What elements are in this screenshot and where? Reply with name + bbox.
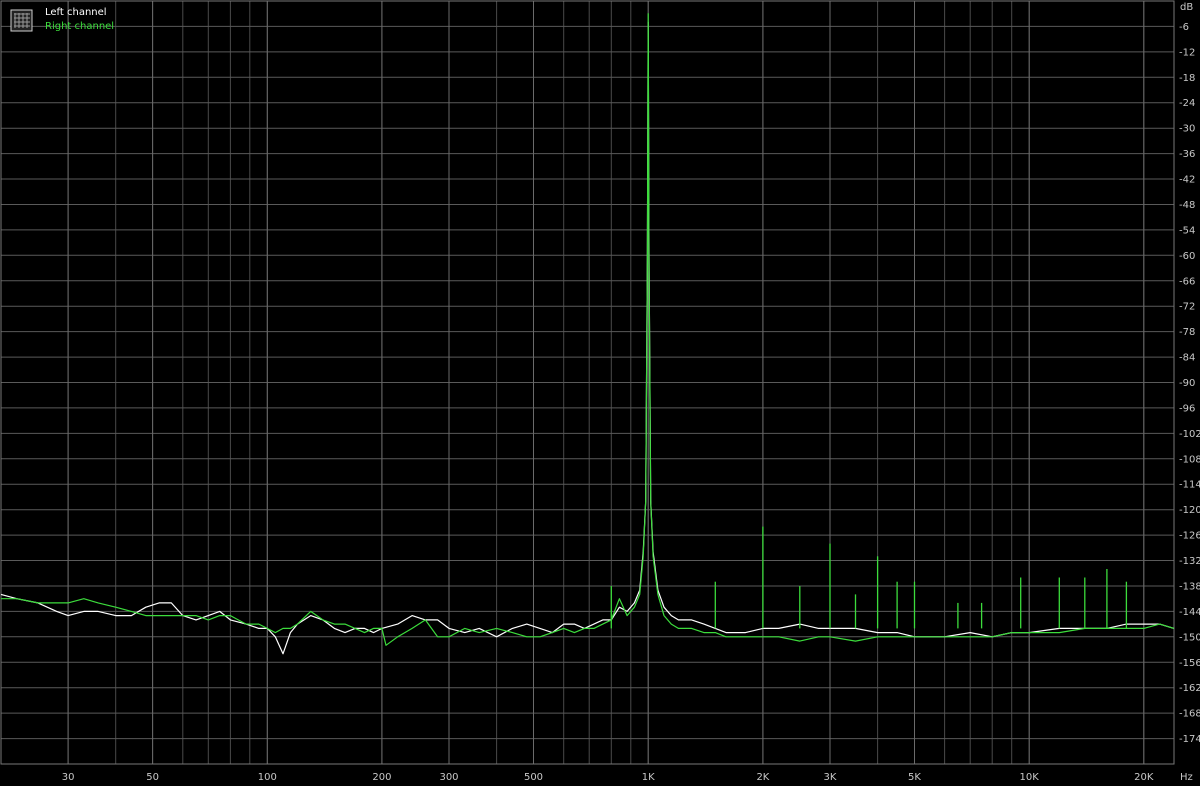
x-tick-label: 300	[439, 772, 458, 783]
y-tick-label: -132	[1179, 556, 1200, 567]
spectrum-chart: -6 -12 -18 -24 -30 -36 -42 -48 -54 -60 -66 -72 -78 -8…	[0, 0, 1200, 786]
y-tick-label: -36	[1179, 149, 1195, 160]
y-tick-label: -114	[1179, 480, 1200, 491]
x-tick-label: 500	[524, 772, 543, 783]
legend-grid-icon[interactable]	[10, 9, 33, 32]
y-tick-label: -18	[1179, 73, 1195, 84]
y-tick-label: -48	[1179, 200, 1195, 211]
y-tick-label: -42	[1179, 175, 1195, 186]
legend-left-channel: Left channel	[45, 7, 107, 18]
y-tick-label: -12	[1179, 47, 1195, 58]
y-tick-label: -84	[1179, 353, 1195, 364]
x-tick-label: 50	[146, 772, 159, 783]
y-tick-label: -24	[1179, 98, 1195, 109]
y-tick-label: -156	[1179, 658, 1200, 669]
x-tick-label: 200	[372, 772, 391, 783]
y-tick-label: -174	[1179, 734, 1200, 745]
y-tick-label: -144	[1179, 607, 1200, 618]
x-tick-label: 1K	[642, 772, 655, 783]
y-tick-label: -90	[1179, 378, 1195, 389]
y-tick-label: -108	[1179, 454, 1200, 465]
plot-background	[0, 0, 1200, 786]
x-tick-label: 20K	[1134, 772, 1154, 783]
x-tick-label: 2K	[756, 772, 769, 783]
x-tick-label: 10K	[1020, 772, 1040, 783]
x-unit-label: Hz	[1180, 772, 1193, 783]
y-tick-label: -96	[1179, 403, 1195, 414]
y-tick-label: -150	[1179, 632, 1200, 643]
y-tick-label: -78	[1179, 327, 1195, 338]
y-tick-label: -54	[1179, 225, 1195, 236]
y-tick-label: -120	[1179, 505, 1200, 516]
y-tick-label: -138	[1179, 582, 1200, 593]
y-tick-label: -66	[1179, 276, 1195, 287]
y-tick-label: -126	[1179, 531, 1200, 542]
y-tick-label: -162	[1179, 683, 1200, 694]
y-tick-label: -60	[1179, 251, 1195, 262]
legend-right-channel: Right channel	[45, 21, 114, 32]
y-tick-label: -102	[1179, 429, 1200, 440]
y-unit-label: dB	[1180, 2, 1193, 13]
y-tick-label: -72	[1179, 302, 1195, 313]
x-tick-label: 100	[258, 772, 277, 783]
x-tick-label: 3K	[824, 772, 837, 783]
x-tick-label: 5K	[908, 772, 921, 783]
y-tick-label: -168	[1179, 709, 1200, 720]
y-tick-label: -30	[1179, 124, 1195, 135]
y-tick-label: -6	[1179, 22, 1189, 33]
x-tick-label: 30	[62, 772, 75, 783]
